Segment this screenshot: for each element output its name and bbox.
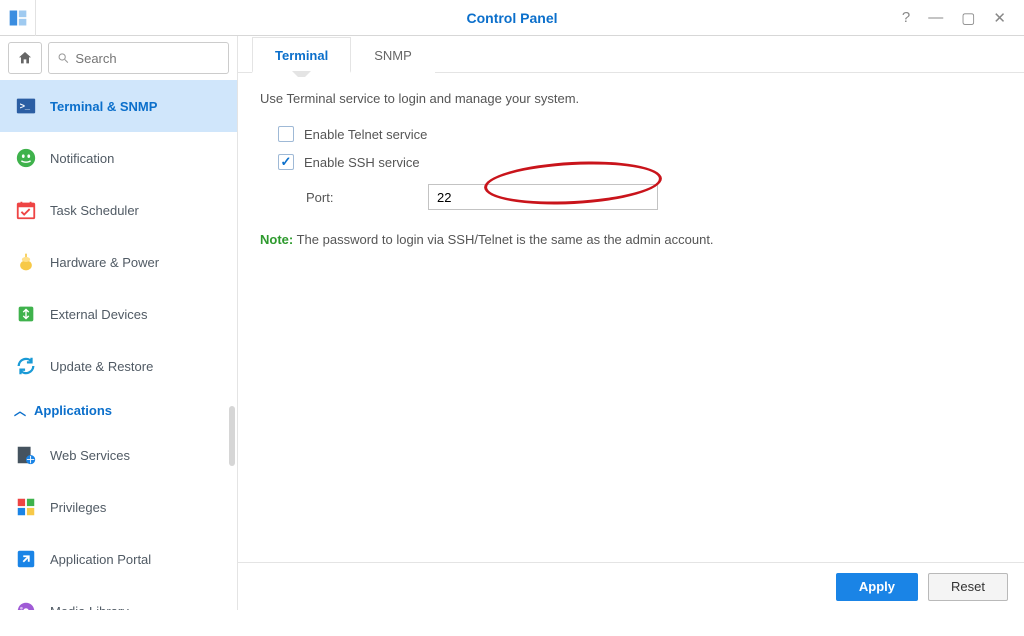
portal-icon <box>14 547 38 571</box>
note-row: Note: The password to login via SSH/Teln… <box>260 232 1002 247</box>
main-panel: Terminal SNMP Use Terminal service to lo… <box>238 36 1024 610</box>
sidebar-item-label: Web Services <box>50 448 130 463</box>
search-icon <box>57 51 69 65</box>
sidebar-item-label: External Devices <box>50 307 148 322</box>
svg-text:>_: >_ <box>20 101 31 111</box>
minimize-icon[interactable]: — <box>928 9 943 27</box>
tab-terminal[interactable]: Terminal <box>252 37 351 73</box>
port-row: Port: <box>306 176 1002 224</box>
home-icon <box>17 50 33 66</box>
sidebar-item-media-library[interactable]: Media Library <box>0 585 237 610</box>
port-label: Port: <box>306 190 416 205</box>
sidebar-item-external-devices[interactable]: External Devices <box>0 288 237 340</box>
sidebar-item-update-restore[interactable]: Update & Restore <box>0 340 237 392</box>
telnet-label: Enable Telnet service <box>304 127 427 142</box>
media-icon <box>14 599 38 610</box>
search-input[interactable] <box>75 51 220 66</box>
sidebar-item-terminal-snmp[interactable]: >_ Terminal & SNMP <box>0 80 237 132</box>
note-label: Note: <box>260 232 293 247</box>
hardware-icon <box>14 250 38 274</box>
update-icon <box>14 354 38 378</box>
telnet-row: Enable Telnet service <box>278 120 1002 148</box>
apply-button[interactable]: Apply <box>836 573 918 601</box>
sidebar-item-label: Media Library <box>50 604 129 611</box>
ssh-row: Enable SSH service <box>278 148 1002 176</box>
sidebar-item-hardware-power[interactable]: Hardware & Power <box>0 236 237 288</box>
tab-bar: Terminal SNMP <box>238 36 1024 73</box>
sidebar-item-label: Terminal & SNMP <box>50 99 157 114</box>
privileges-icon <box>14 495 38 519</box>
sidebar-item-web-services[interactable]: Web Services <box>0 429 237 481</box>
sidebar-item-application-portal[interactable]: Application Portal <box>0 533 237 585</box>
terminal-description: Use Terminal service to login and manage… <box>260 91 1002 106</box>
sidebar-item-label: Hardware & Power <box>50 255 159 270</box>
help-icon[interactable]: ? <box>902 9 910 27</box>
terminal-settings: Use Terminal service to login and manage… <box>238 73 1024 265</box>
sidebar-item-label: Notification <box>50 151 114 166</box>
note-text: The password to login via SSH/Telnet is … <box>297 232 714 247</box>
sidebar-section-label: Applications <box>34 403 112 418</box>
control-panel-icon <box>8 8 28 28</box>
sidebar-item-label: Application Portal <box>50 552 151 567</box>
sidebar: >_ Terminal & SNMP Notification Task Sch… <box>0 36 238 610</box>
app-icon <box>0 0 36 36</box>
footer-bar: Apply Reset <box>238 562 1024 610</box>
tab-snmp[interactable]: SNMP <box>351 37 435 73</box>
window-title: Control Panel <box>0 10 1024 26</box>
sidebar-item-task-scheduler[interactable]: Task Scheduler <box>0 184 237 236</box>
web-icon <box>14 443 38 467</box>
sidebar-scrollbar[interactable] <box>229 406 235 466</box>
sidebar-item-label: Update & Restore <box>50 359 153 374</box>
port-input[interactable] <box>428 184 658 210</box>
notification-icon <box>14 146 38 170</box>
sidebar-item-label: Privileges <box>50 500 106 515</box>
home-button[interactable] <box>8 42 42 74</box>
sidebar-item-notification[interactable]: Notification <box>0 132 237 184</box>
external-icon <box>14 302 38 326</box>
ssh-label: Enable SSH service <box>304 155 420 170</box>
terminal-icon: >_ <box>14 94 38 118</box>
sidebar-nav: >_ Terminal & SNMP Notification Task Sch… <box>0 80 237 610</box>
maximize-icon[interactable]: ▢ <box>961 9 975 27</box>
sidebar-item-privileges[interactable]: Privileges <box>0 481 237 533</box>
chevron-up-icon: ︿ <box>14 402 26 419</box>
close-icon[interactable]: ✕ <box>993 9 1006 27</box>
search-box[interactable] <box>48 42 229 74</box>
telnet-checkbox[interactable] <box>278 126 294 142</box>
titlebar: Control Panel ? — ▢ ✕ <box>0 0 1024 36</box>
reset-button[interactable]: Reset <box>928 573 1008 601</box>
scheduler-icon <box>14 198 38 222</box>
ssh-checkbox[interactable] <box>278 154 294 170</box>
sidebar-item-label: Task Scheduler <box>50 203 139 218</box>
sidebar-section-applications[interactable]: ︿ Applications <box>0 392 237 429</box>
